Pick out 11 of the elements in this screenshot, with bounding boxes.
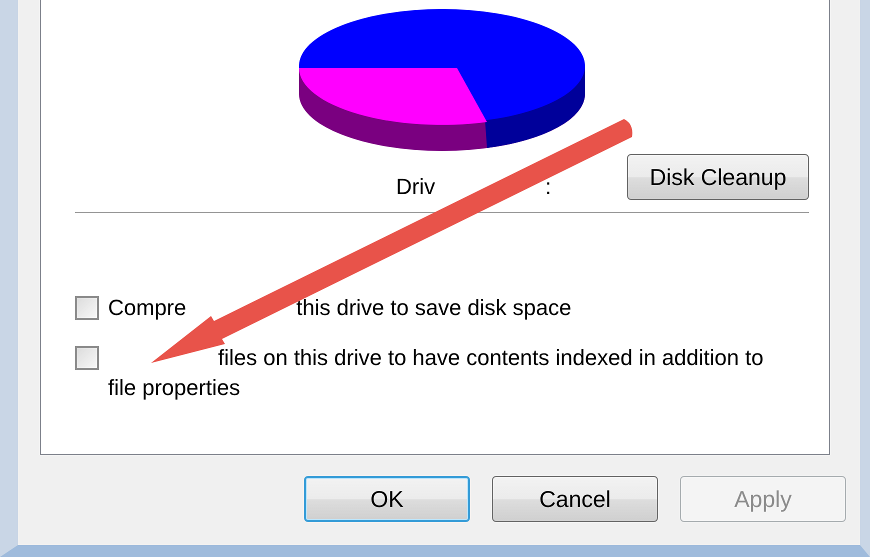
label-text: files on this drive to have contents indexed in addition to xyxy=(218,344,764,372)
disk-cleanup-button[interactable]: Disk Cleanup xyxy=(627,154,809,200)
label-text: Compre xyxy=(108,294,186,322)
label-text: : xyxy=(545,174,552,200)
dialog-button[interactable]: Cancel xyxy=(492,476,658,522)
label-text: this drive to save disk space xyxy=(296,294,572,322)
dialog-button[interactable]: OK xyxy=(304,476,470,522)
label-text: file properties xyxy=(108,374,240,402)
checkbox[interactable] xyxy=(75,296,99,320)
label-text: Driv xyxy=(396,174,436,200)
checkbox[interactable] xyxy=(75,346,99,370)
